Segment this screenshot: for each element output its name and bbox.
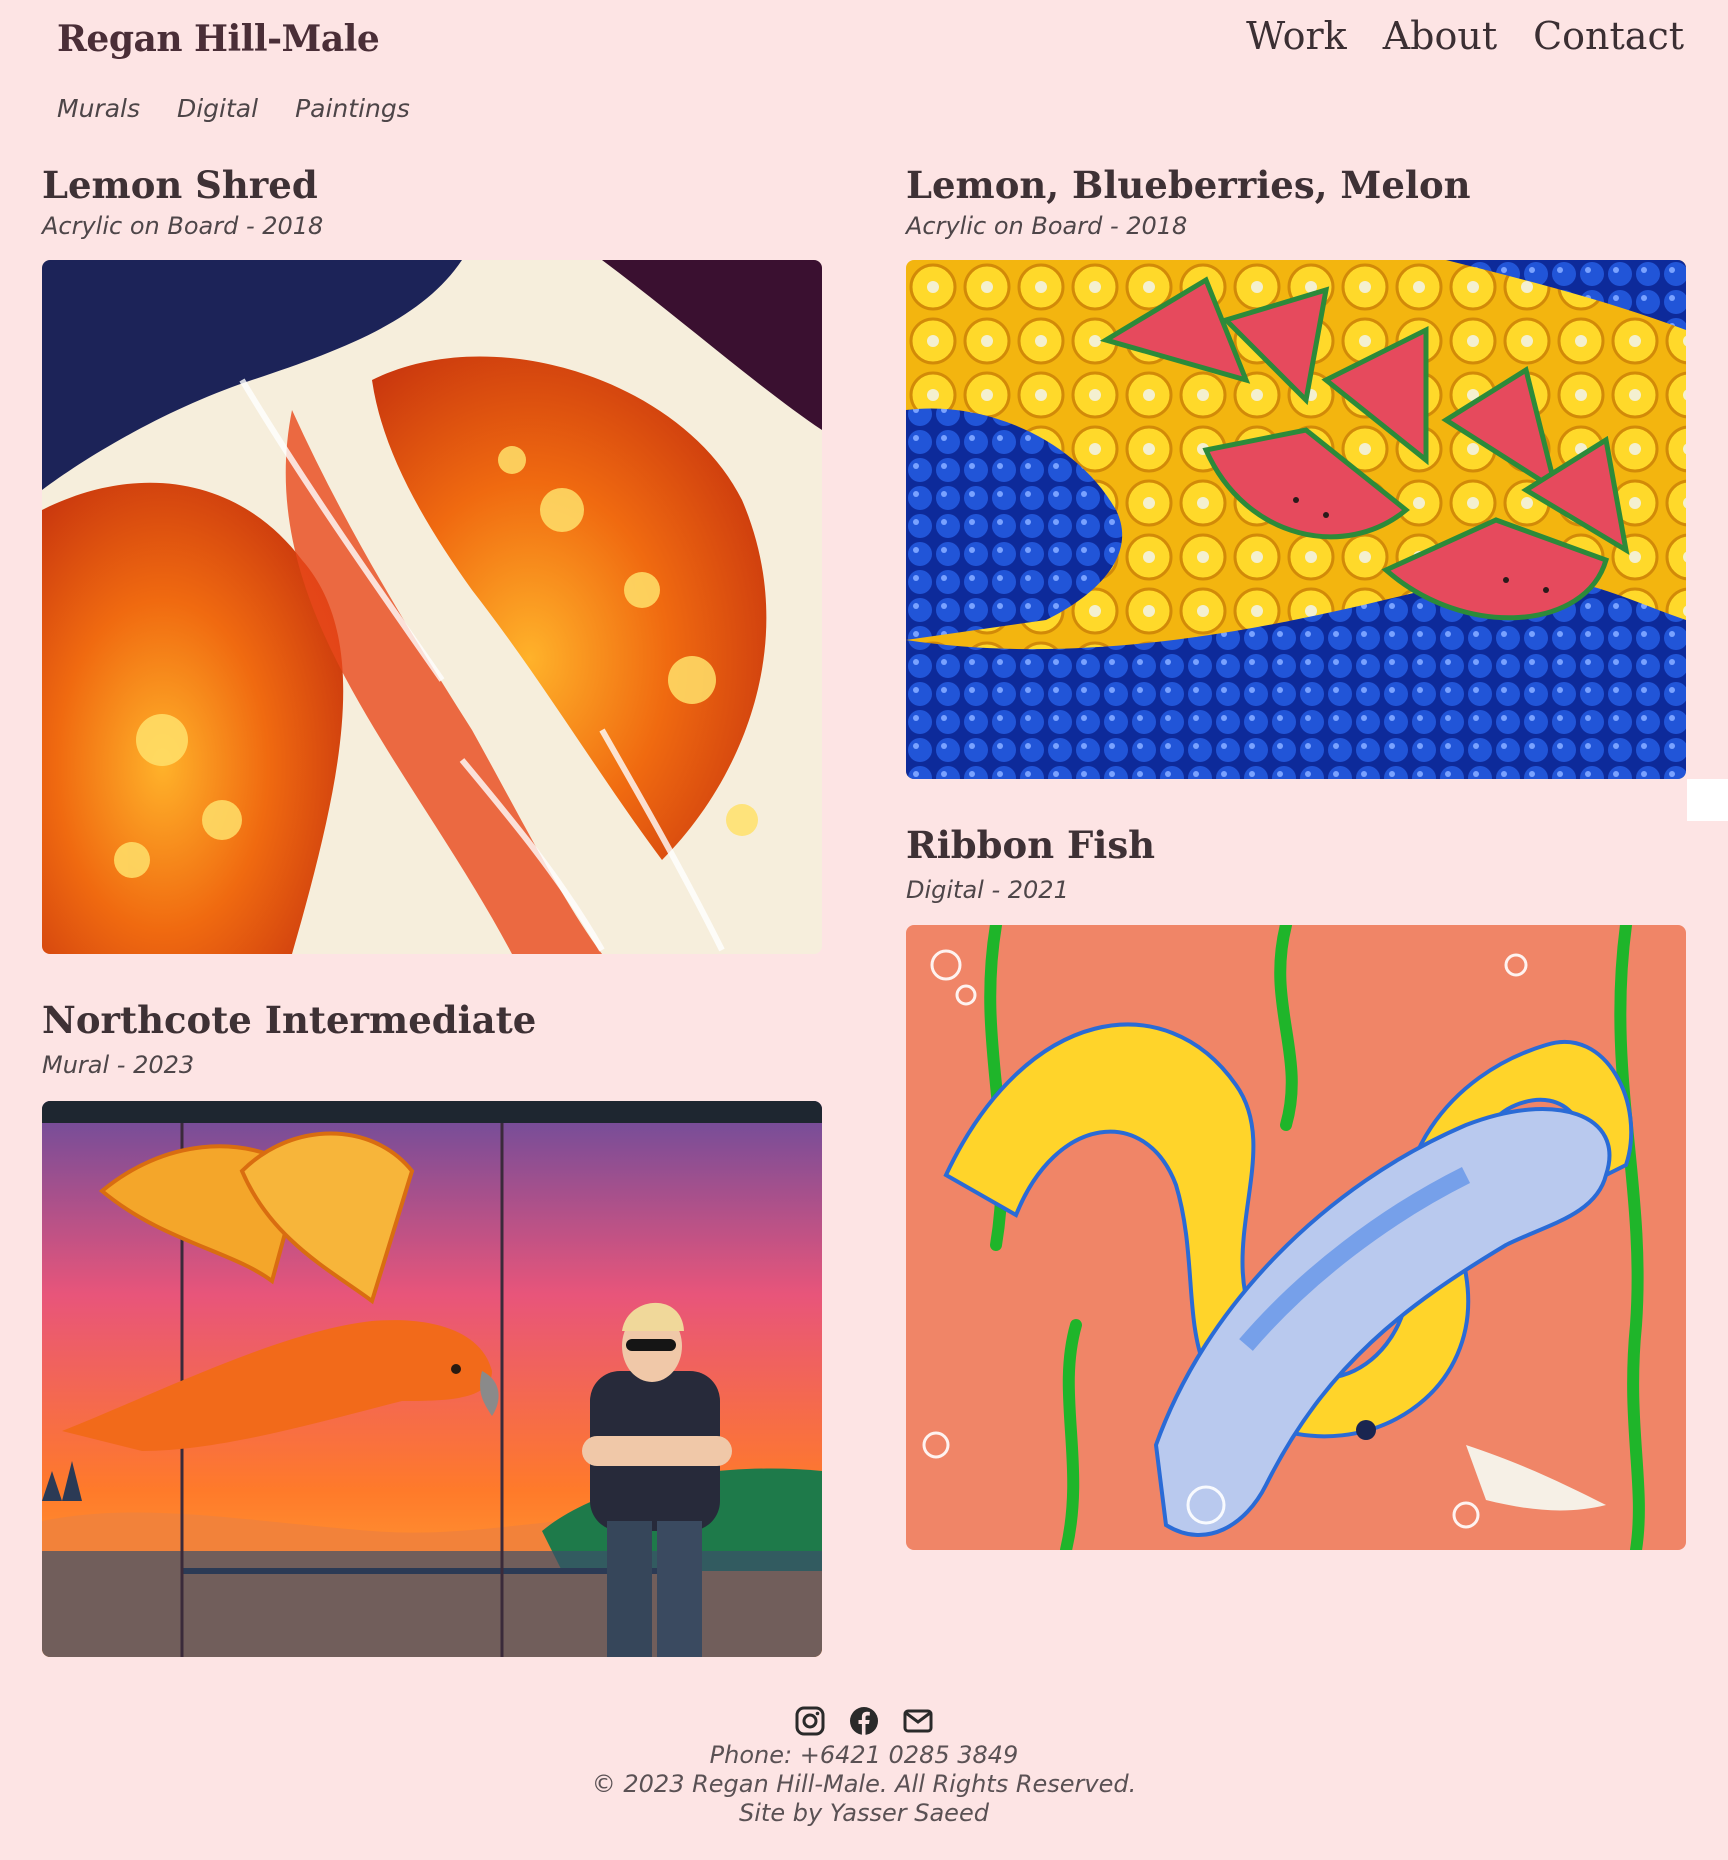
artwork-image[interactable] <box>906 925 1686 1550</box>
work-card-ribbon-fish: Ribbon Fish Digital - 2021 <box>906 823 1686 1550</box>
nav-about[interactable]: About <box>1383 14 1497 58</box>
work-card-lemon-shred: Lemon Shred Acrylic on Board - 2018 <box>42 163 822 954</box>
site-footer: Phone: +6421 0285 3849 © 2023 Regan Hill… <box>0 1705 1728 1828</box>
artwork-image[interactable] <box>906 260 1686 779</box>
work-card-northcote-intermediate: Northcote Intermediate Mural - 2023 <box>42 998 822 1657</box>
nav-work[interactable]: Work <box>1246 14 1347 58</box>
work-title[interactable]: Ribbon Fish <box>906 823 1686 867</box>
email-icon[interactable] <box>902 1705 934 1737</box>
work-meta: Acrylic on Board - 2018 <box>42 212 324 240</box>
work-title[interactable]: Lemon Shred <box>42 163 822 207</box>
work-title[interactable]: Northcote Intermediate <box>42 998 822 1042</box>
artwork-image[interactable] <box>42 260 822 954</box>
category-digital[interactable]: Digital <box>177 94 258 123</box>
category-paintings[interactable]: Paintings <box>295 94 410 123</box>
work-card-lemon-blueberries-melon: Lemon, Blueberries, Melon Acrylic on Boa… <box>906 163 1686 779</box>
category-murals[interactable]: Murals <box>57 94 140 123</box>
work-title[interactable]: Lemon, Blueberries, Melon <box>906 163 1686 207</box>
work-meta: Acrylic on Board - 2018 <box>906 212 1188 240</box>
site-logo[interactable]: Regan Hill-Male <box>57 18 380 60</box>
facebook-icon[interactable] <box>848 1705 880 1737</box>
work-meta: Digital - 2021 <box>906 876 1069 904</box>
work-meta: Mural - 2023 <box>42 1051 195 1079</box>
footer-credit: Site by Yasser Saeed <box>739 1799 989 1827</box>
nav-contact[interactable]: Contact <box>1533 14 1684 58</box>
social-links <box>0 1705 1728 1737</box>
artwork-image[interactable] <box>42 1101 822 1657</box>
scroll-edge-tab[interactable] <box>1687 779 1728 821</box>
footer-copyright: © 2023 Regan Hill-Male. All Rights Reser… <box>591 1770 1137 1798</box>
main-nav: Work About Contact <box>1246 14 1684 58</box>
instagram-icon[interactable] <box>794 1705 826 1737</box>
category-nav: Murals Digital Paintings <box>57 94 410 123</box>
footer-phone: Phone: +6421 0285 3849 <box>709 1741 1019 1769</box>
